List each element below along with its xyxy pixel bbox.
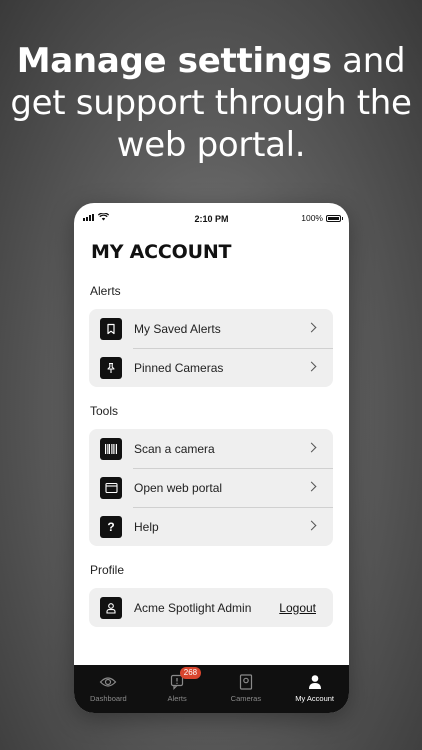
alerts-group: My Saved Alerts Pinned Cameras	[89, 309, 333, 387]
logout-link[interactable]: Logout	[279, 601, 316, 615]
battery-percent: 100%	[301, 213, 323, 223]
status-bar: 2:10 PM 100%	[74, 203, 349, 233]
tab-dashboard[interactable]: Dashboard	[74, 665, 143, 713]
barcode-icon	[100, 438, 122, 460]
profile-group: Acme Spotlight Admin Logout	[89, 588, 333, 627]
tab-alerts[interactable]: 268 Alerts	[143, 665, 212, 713]
headline-line-2: get support through the	[10, 83, 412, 123]
tab-label: Cameras	[230, 694, 262, 703]
row-label: Help	[134, 519, 159, 534]
promo-headline: Manage settings and get support through …	[0, 40, 422, 166]
row-my-saved-alerts[interactable]: My Saved Alerts	[89, 309, 333, 348]
battery-icon	[326, 214, 343, 222]
chevron-right-icon	[306, 322, 317, 333]
section-label-alerts: Alerts	[90, 284, 121, 298]
tab-bar: Dashboard 268 Alerts Cameras My Account	[74, 665, 349, 713]
section-label-tools: Tools	[90, 404, 119, 418]
battery-status: 100%	[301, 213, 343, 223]
row-open-web-portal[interactable]: Open web portal	[89, 468, 333, 507]
row-label: Scan a camera	[134, 441, 215, 456]
tab-label: Alerts	[167, 694, 187, 703]
chevron-right-icon	[306, 481, 317, 492]
alerts-count-badge: 268	[179, 667, 202, 679]
person-icon	[306, 673, 324, 691]
pin-icon	[100, 357, 122, 379]
row-pinned-cameras[interactable]: Pinned Cameras	[89, 348, 333, 387]
tab-my-account[interactable]: My Account	[280, 665, 349, 713]
tools-group: Scan a camera Open web portal ? Help	[89, 429, 333, 546]
row-help[interactable]: ? Help	[89, 507, 333, 546]
browser-window-icon	[100, 477, 122, 499]
section-label-profile: Profile	[90, 563, 125, 577]
chevron-right-icon	[306, 442, 317, 453]
chevron-right-icon	[306, 520, 317, 531]
page-title: MY ACCOUNT	[91, 241, 232, 263]
camera-icon	[237, 673, 255, 691]
tab-cameras[interactable]: Cameras	[212, 665, 281, 713]
headline-bold: Manage settings	[16, 41, 332, 81]
row-label: Pinned Cameras	[134, 360, 224, 375]
headline-rest: and	[342, 41, 406, 81]
user-icon	[100, 597, 122, 619]
headline-line-3: web portal.	[116, 125, 306, 165]
phone-screen: 2:10 PM 100% MY ACCOUNT Alerts My Saved …	[74, 203, 349, 713]
chevron-right-icon	[306, 361, 317, 372]
tab-label: Dashboard	[90, 694, 127, 703]
question-icon: ?	[100, 516, 122, 538]
bookmark-icon	[100, 318, 122, 340]
row-scan-camera[interactable]: Scan a camera	[89, 429, 333, 468]
tab-label: My Account	[295, 694, 335, 703]
profile-name: Acme Spotlight Admin	[134, 600, 252, 615]
row-label: My Saved Alerts	[134, 321, 221, 336]
eye-icon	[99, 673, 117, 691]
row-label: Open web portal	[134, 480, 223, 495]
row-profile: Acme Spotlight Admin Logout	[89, 588, 333, 627]
